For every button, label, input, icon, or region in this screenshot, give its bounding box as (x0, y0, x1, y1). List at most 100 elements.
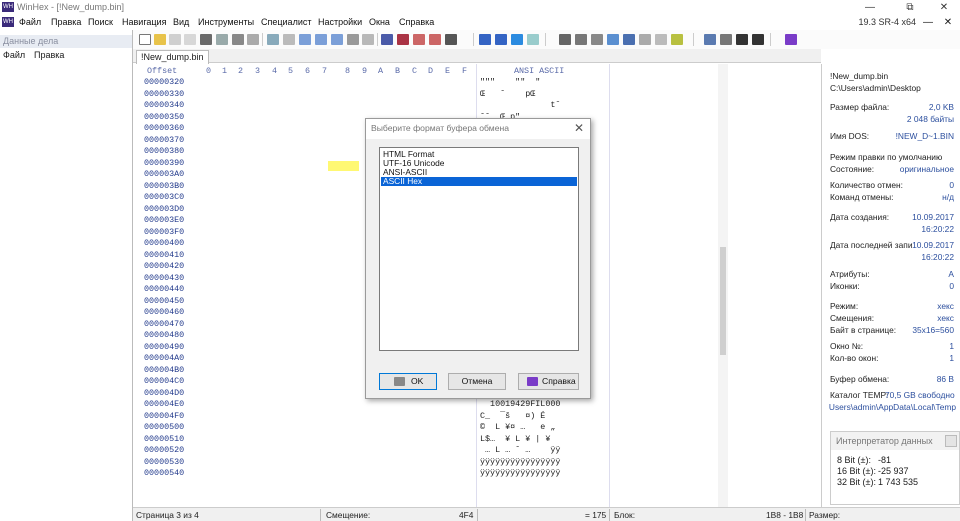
row-offset: 00000380 (144, 146, 185, 156)
hex-row[interactable]: 000004E0 10019429FIL000 (133, 399, 609, 410)
tool-icon[interactable] (639, 34, 651, 45)
hex-row[interactable]: 00000530 ÿÿÿÿÿÿÿÿÿÿÿÿÿÿÿÿ (133, 457, 609, 468)
print-icon[interactable] (200, 34, 212, 45)
forward-arrow-icon[interactable] (527, 34, 539, 45)
row-offset: 000003A0 (144, 169, 185, 179)
disk-tools-icon[interactable] (591, 34, 603, 45)
hex-row[interactable]: 00000340 tˆ (133, 100, 609, 111)
view-icon[interactable] (655, 34, 667, 45)
hex-row[interactable]: 00000500 © L ¥¤ … e „ (133, 422, 609, 433)
column-header: 5 (288, 66, 294, 76)
ok-button[interactable]: OK (379, 373, 437, 390)
child-minimize-icon[interactable]: — (918, 15, 938, 30)
row-ascii[interactable]: Œ ˆ pŒ (480, 89, 535, 100)
menu-help[interactable]: Справка (399, 17, 434, 27)
status-block-label: Блок: (614, 510, 636, 520)
info-path: C:\Users\admin\Desktop (830, 83, 921, 93)
save-icon[interactable] (169, 34, 181, 45)
child-close-icon[interactable]: ✕ (938, 15, 958, 30)
menu-view[interactable]: Вид (173, 17, 189, 27)
case-menu-file[interactable]: Файл (3, 49, 25, 62)
status-offset-value: 4F4 (459, 510, 474, 520)
find-text-icon[interactable] (381, 34, 393, 45)
layout-icon[interactable] (720, 34, 732, 45)
row-ascii[interactable]: ÿÿÿÿÿÿÿÿÿÿÿÿÿÿÿÿ (480, 457, 560, 468)
settings-icon[interactable] (247, 34, 259, 45)
menu-settings[interactable]: Настройки (318, 17, 362, 27)
hex-row[interactable]: 00000320 """ "" " (133, 77, 609, 88)
row-offset: 00000450 (144, 295, 185, 306)
restore-icon[interactable]: ⧉ (895, 0, 925, 15)
dos-name-value: !NEW_D~1.BIN (895, 131, 954, 141)
hex-row[interactable]: 00000520 … L … ˆ … ÿÿ (133, 445, 609, 456)
menu-edit[interactable]: Правка (51, 17, 81, 27)
status-separator (477, 509, 478, 521)
back-arrow-icon[interactable] (511, 34, 523, 45)
row-offset: 00000540 (144, 468, 185, 478)
row-ascii[interactable]: """ "" " (480, 77, 540, 88)
find-next-icon[interactable] (445, 34, 457, 45)
replace-text-icon[interactable] (413, 34, 425, 45)
window-count-value: 1 (949, 353, 954, 363)
magnifier-icon[interactable] (623, 34, 635, 45)
document-icon[interactable]: WH (2, 17, 14, 27)
menu-file[interactable]: Файл (19, 17, 41, 27)
offsets-label: Смещения: (830, 313, 875, 323)
paste-write-icon[interactable] (331, 34, 343, 45)
new-file-icon[interactable] (139, 34, 151, 45)
prev-icon[interactable] (736, 34, 748, 45)
menu-navigation[interactable]: Навигация (122, 17, 166, 27)
toolbar-separator (473, 33, 474, 46)
replace-hex-icon[interactable] (429, 34, 441, 45)
menu-tools[interactable]: Инструменты (198, 17, 254, 27)
menu-specialist[interactable]: Специалист (261, 17, 311, 27)
interpreter-close-icon[interactable] (945, 435, 957, 447)
row-ascii[interactable]: 10019429FIL000 (480, 399, 560, 410)
help-book-icon[interactable] (785, 34, 797, 45)
format-listbox[interactable]: HTML Format UTF-16 Unicode ANSI-ASCII AS… (379, 147, 579, 351)
hex-row[interactable]: 00000510 L$… ¥ L ¥ | ¥ (133, 434, 609, 445)
minimize-icon[interactable]: — (855, 0, 885, 15)
properties-icon[interactable] (216, 34, 228, 45)
disk-icon[interactable] (559, 34, 571, 45)
row-ascii[interactable]: L$… ¥ L ¥ | ¥ (480, 434, 550, 445)
title-bar: WH WinHex - [!New_dump.bin] — ⧉ ✕ (0, 0, 960, 15)
fill-icon[interactable] (362, 34, 374, 45)
write-icon[interactable] (347, 34, 359, 45)
vertical-scrollbar[interactable] (718, 64, 728, 507)
hex-row[interactable]: 000004F0 C_ ¯š ¤) É (133, 411, 609, 422)
goto-offset-icon[interactable] (479, 34, 491, 45)
paste-icon[interactable] (315, 34, 327, 45)
undo-icon[interactable] (267, 34, 279, 45)
open-folder-icon[interactable] (154, 34, 166, 45)
menu-windows[interactable]: Окна (369, 17, 390, 27)
next-icon[interactable] (752, 34, 764, 45)
hex-row[interactable]: 00000330 Œ ˆ pŒ (133, 89, 609, 100)
copy-icon[interactable] (299, 34, 311, 45)
goto-sector-icon[interactable] (495, 34, 507, 45)
image-icon[interactable] (607, 34, 619, 45)
analyze-icon[interactable] (671, 34, 683, 45)
cancel-button[interactable]: Отмена (448, 373, 506, 390)
row-ascii[interactable]: tˆ (480, 100, 560, 111)
grid-icon[interactable] (704, 34, 716, 45)
options-icon[interactable] (232, 34, 244, 45)
dialog-close-icon[interactable]: ✕ (574, 121, 584, 135)
scrollbar-thumb[interactable] (720, 247, 726, 355)
ram-icon[interactable] (575, 34, 587, 45)
help-button[interactable]: Справка (518, 373, 579, 390)
menu-bar: WH Файл Правка Поиск Навигация Вид Инстр… (0, 15, 960, 30)
close-icon[interactable]: ✕ (929, 0, 959, 15)
hex-row[interactable]: 00000540 ÿÿÿÿÿÿÿÿÿÿÿÿÿÿÿÿ (133, 468, 609, 479)
tab-new-dump[interactable]: !New_dump.bin (136, 50, 209, 64)
row-ascii[interactable]: ÿÿÿÿÿÿÿÿÿÿÿÿÿÿÿÿ (480, 468, 560, 479)
format-option-ascii-hex[interactable]: ASCII Hex (381, 177, 577, 186)
cut-icon[interactable] (283, 34, 295, 45)
find-hex-icon[interactable] (397, 34, 409, 45)
menu-search[interactable]: Поиск (88, 17, 113, 27)
row-ascii[interactable]: © L ¥¤ … e „ (480, 422, 555, 433)
save-as-icon[interactable] (184, 34, 196, 45)
case-menu-edit[interactable]: Правка (34, 49, 64, 62)
row-ascii[interactable]: … L … ˆ … ÿÿ (480, 445, 560, 456)
row-ascii[interactable]: C_ ¯š ¤) É (480, 411, 545, 422)
